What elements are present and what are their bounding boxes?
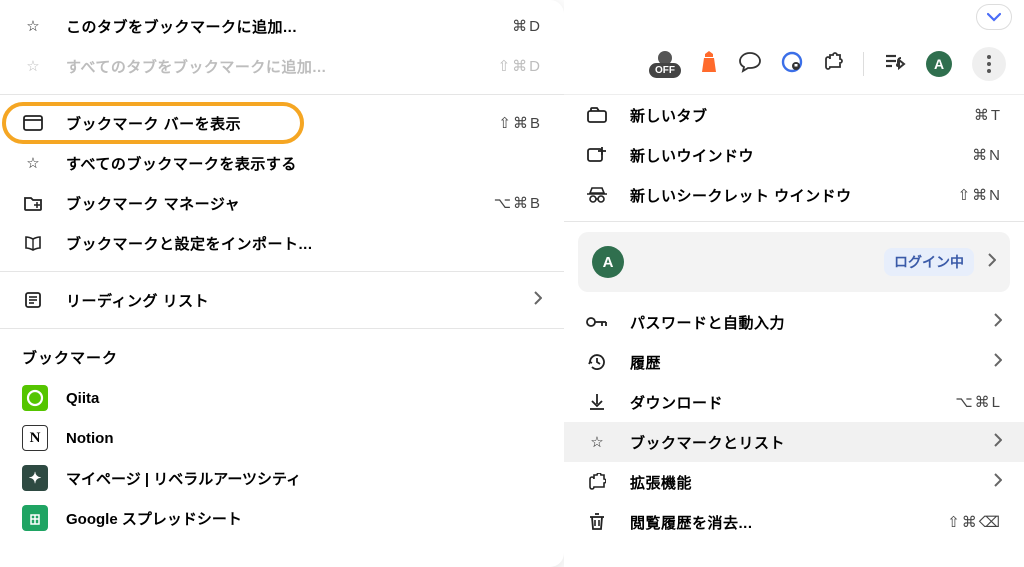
menu-label: パスワードと自動入力: [630, 312, 972, 333]
separator: [0, 328, 564, 329]
chevron-right-icon: [994, 473, 1002, 491]
menu-new-incognito[interactable]: 新しいシークレット ウインドウ ⇧⌘N: [564, 175, 1024, 215]
shortcut: ⇧⌘⌫: [947, 513, 1002, 531]
folder-plus-icon: [22, 195, 44, 211]
menu-label: リーディング リスト: [66, 290, 512, 311]
chevron-right-icon: [994, 353, 1002, 371]
chrome-main-menu: 新しいタブ ⌘T 新しいウインドウ ⌘N 新しいシークレット ウインドウ ⇧⌘N…: [564, 94, 1024, 542]
menu-label: すべてのブックマークを表示する: [66, 153, 542, 174]
menu-passwords[interactable]: パスワードと自動入力: [564, 302, 1024, 342]
toolbar-separator: [863, 52, 864, 76]
avatar[interactable]: A: [926, 51, 952, 77]
notes-icon: [22, 291, 44, 309]
menu-reading-list[interactable]: リーディング リスト: [0, 280, 564, 320]
star-outline-icon: ☆: [22, 57, 44, 75]
avatar: A: [592, 246, 624, 278]
shortcut: ⌥⌘L: [955, 393, 1002, 411]
bookmark-item[interactable]: N Notion: [0, 418, 564, 458]
bookmarks-heading: ブックマーク: [0, 331, 564, 378]
extension-lighthouse-icon[interactable]: [699, 50, 719, 78]
browser-chrome: OFF A: [564, 0, 1024, 567]
more-menu-button[interactable]: [972, 47, 1006, 81]
shortcut: ⇧⌘B: [498, 114, 542, 132]
shortcut: ⇧⌘D: [498, 57, 542, 75]
media-control-icon[interactable]: [884, 53, 906, 75]
separator: [0, 94, 564, 95]
chevron-right-icon: [534, 291, 542, 309]
chevron-right-icon: [988, 253, 996, 271]
tab-chevron-down[interactable]: [976, 4, 1012, 30]
bookmark-label: Notion: [66, 430, 113, 447]
shortcut: ⌘D: [512, 17, 542, 35]
separator: [564, 221, 1024, 222]
menu-label: すべてのタブをブックマークに追加...: [66, 56, 476, 77]
extension-privacy-icon[interactable]: [781, 51, 803, 77]
menu-add-all-bookmarks: ☆ すべてのタブをブックマークに追加... ⇧⌘D: [0, 46, 564, 86]
puzzle-icon: [586, 473, 608, 491]
download-icon: [586, 393, 608, 411]
login-status-badge: ログイン中: [884, 248, 974, 276]
panel-icon: [22, 115, 44, 131]
toolbar: OFF A: [564, 40, 1024, 88]
menu-show-all-bookmarks[interactable]: ☆ すべてのブックマークを表示する: [0, 143, 564, 183]
favicon-notion: N: [22, 425, 48, 451]
trash-icon: [586, 513, 608, 531]
menu-label: 履歴: [630, 352, 972, 373]
menu-bookmark-manager[interactable]: ブックマーク マネージャ ⌥⌘B: [0, 183, 564, 223]
menu-new-tab[interactable]: 新しいタブ ⌘T: [564, 95, 1024, 135]
profile-name: [638, 257, 870, 267]
menu-label: ブックマーク バーを表示: [66, 113, 476, 134]
menu-import-bookmarks[interactable]: ブックマークと設定をインポート...: [0, 223, 564, 263]
separator: [0, 271, 564, 272]
menu-label: このタブをブックマークに追加...: [66, 16, 490, 37]
profile-row[interactable]: A ログイン中: [578, 232, 1010, 292]
tab-icon: [586, 107, 608, 123]
bookmark-item[interactable]: Qiita: [0, 378, 564, 418]
menu-bookmarks-and-lists[interactable]: ☆ ブックマークとリスト: [564, 422, 1024, 462]
menu-new-window[interactable]: 新しいウインドウ ⌘N: [564, 135, 1024, 175]
menu-history[interactable]: 履歴: [564, 342, 1024, 382]
bookmark-label: マイページ | リベラルアーツシティ: [66, 468, 301, 489]
extension-chat-icon[interactable]: [739, 51, 761, 77]
shortcut: ⌘T: [974, 106, 1002, 124]
menu-clear-browsing-data[interactable]: 閲覧履歴を消去... ⇧⌘⌫: [564, 502, 1024, 542]
menu-label: 新しいウインドウ: [630, 145, 950, 166]
star-outline-icon: ☆: [22, 154, 44, 172]
menu-label: ブックマーク マネージャ: [66, 193, 472, 214]
bookmark-label: Qiita: [66, 390, 99, 407]
bookmark-item[interactable]: ✦ マイページ | リベラルアーツシティ: [0, 458, 564, 498]
menu-label: ブックマークと設定をインポート...: [66, 233, 542, 254]
menu-label: 新しいシークレット ウインドウ: [630, 185, 936, 206]
shortcut: ⌘N: [972, 146, 1002, 164]
menu-label: 閲覧履歴を消去...: [630, 512, 925, 533]
star-outline-icon: ☆: [586, 433, 608, 451]
favicon-qiita: [22, 385, 48, 411]
menu-add-bookmark[interactable]: ☆ このタブをブックマークに追加... ⌘D: [0, 6, 564, 46]
star-outline-icon: ☆: [22, 17, 44, 35]
shortcut: ⇧⌘N: [958, 186, 1002, 204]
extension-off-icon[interactable]: OFF: [651, 52, 679, 76]
menu-label: 拡張機能: [630, 472, 972, 493]
shortcut: ⌥⌘B: [494, 194, 542, 212]
book-icon: [22, 235, 44, 251]
bookmarks-submenu-panel: ☆ このタブをブックマークに追加... ⌘D ☆ すべてのタブをブックマークに追…: [0, 0, 564, 567]
key-icon: [586, 315, 608, 329]
menu-label: 新しいタブ: [630, 105, 952, 126]
bookmark-item[interactable]: Google スプレッドシート: [0, 498, 564, 538]
menu-label: ダウンロード: [630, 392, 933, 413]
favicon-liberal-arts: ✦: [22, 465, 48, 491]
chevron-right-icon: [994, 313, 1002, 331]
history-icon: [586, 352, 608, 372]
menu-show-bookmark-bar[interactable]: ブックマーク バーを表示 ⇧⌘B: [0, 103, 564, 143]
menu-downloads[interactable]: ダウンロード ⌥⌘L: [564, 382, 1024, 422]
extensions-icon[interactable]: [823, 52, 843, 76]
window-new-icon: [586, 146, 608, 164]
menu-label: ブックマークとリスト: [630, 432, 972, 453]
chevron-right-icon: [994, 433, 1002, 451]
menu-extensions[interactable]: 拡張機能: [564, 462, 1024, 502]
bookmark-label: Google スプレッドシート: [66, 508, 242, 529]
incognito-icon: [586, 187, 608, 203]
favicon-google-sheets: [22, 505, 48, 531]
